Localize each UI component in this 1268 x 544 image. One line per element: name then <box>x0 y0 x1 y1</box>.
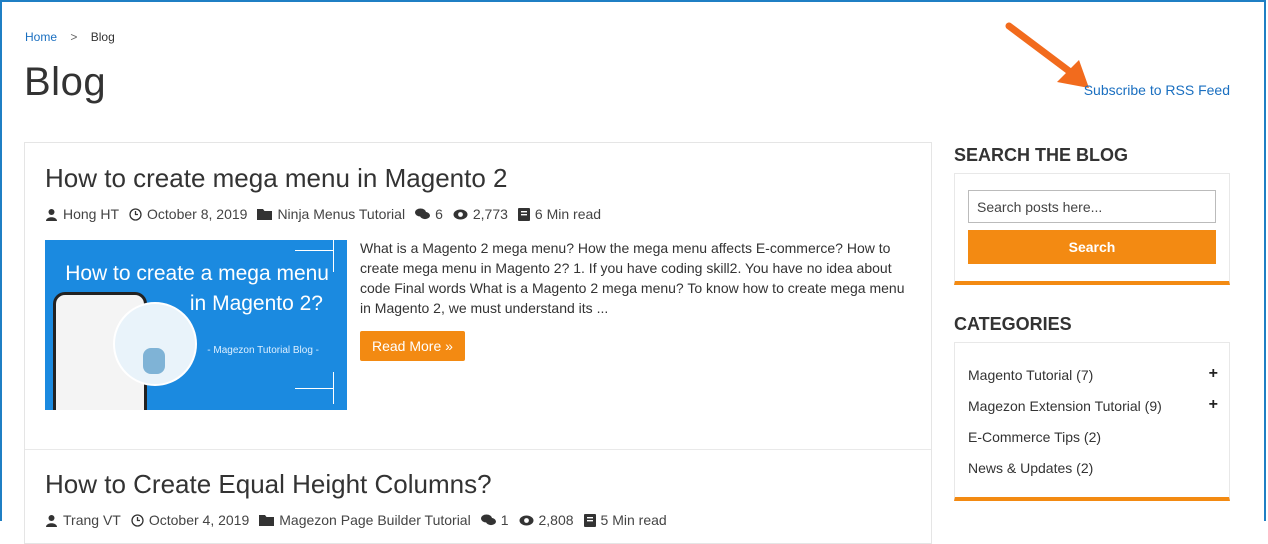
comments-icon <box>480 514 496 526</box>
meta-date: October 8, 2019 <box>129 206 247 222</box>
breadcrumb-current: Blog <box>90 30 115 44</box>
category-item[interactable]: Magezon Extension Tutorial (9) + <box>968 397 1218 415</box>
comment-count: 1 <box>500 512 509 528</box>
comment-count: 6 <box>435 206 443 222</box>
user-icon <box>46 208 57 221</box>
folder-icon <box>257 209 273 220</box>
thumb-decor-line <box>333 240 334 272</box>
breadcrumb: Home > Blog <box>25 30 115 44</box>
clock-icon <box>129 207 142 221</box>
meta-views: 2,808 <box>519 512 574 528</box>
post-category: Ninja Menus Tutorial <box>277 206 406 222</box>
read-more-button[interactable]: Read More » <box>360 331 465 361</box>
category-link[interactable]: E-Commerce Tips (2) <box>968 429 1101 445</box>
post-list: How to create mega menu in Magento 2 Hon… <box>24 142 932 544</box>
meta-author[interactable]: Hong HT <box>45 206 119 222</box>
search-widget: Search <box>954 173 1230 285</box>
author-name: Hong HT <box>63 206 120 222</box>
categories-heading: CATEGORIES <box>954 314 1072 334</box>
category-link[interactable]: News & Updates (2) <box>968 460 1093 476</box>
view-count: 2,808 <box>538 512 574 528</box>
thumb-title-line2: in Magento 2? <box>189 292 323 315</box>
folder-icon <box>259 515 275 526</box>
post-title-link[interactable]: How to Create Equal Height Columns? <box>45 469 492 500</box>
post-thumbnail[interactable]: How to create a mega menu in Magento 2? … <box>45 240 347 410</box>
read-time: 5 Min read <box>600 512 667 528</box>
rss-feed-link[interactable]: Subscribe to RSS Feed <box>1084 82 1230 98</box>
clock-icon <box>131 513 144 527</box>
category-item[interactable]: News & Updates (2) <box>968 460 1218 476</box>
meta-views: 2,773 <box>453 206 508 222</box>
category-link[interactable]: Magento Tutorial (7) <box>968 367 1093 383</box>
meta-read-time: 5 Min read <box>583 512 667 528</box>
post-excerpt: What is a Magento 2 mega menu? How the m… <box>360 240 905 316</box>
thumb-title-line1: How to create a mega menu <box>65 262 329 285</box>
post-meta: Hong HT October 8, 2019 Ninja Menus Tuto… <box>45 206 611 222</box>
search-heading: SEARCH THE BLOG <box>954 145 1129 165</box>
category-item[interactable]: E-Commerce Tips (2) <box>968 429 1218 445</box>
author-name: Trang VT <box>63 512 121 528</box>
meta-category[interactable]: Magezon Page Builder Tutorial <box>259 512 471 528</box>
post-title-link[interactable]: How to create mega menu in Magento 2 <box>45 163 507 194</box>
categories-widget: Magento Tutorial (7) + Magezon Extension… <box>954 342 1230 501</box>
post-category: Magezon Page Builder Tutorial <box>279 512 471 528</box>
read-time: 6 Min read <box>534 206 602 222</box>
search-input[interactable] <box>968 190 1216 223</box>
meta-comments[interactable]: 1 <box>480 512 509 528</box>
book-icon <box>583 513 596 527</box>
category-link[interactable]: Magezon Extension Tutorial (9) <box>968 398 1162 414</box>
arrow-annotation-icon <box>1005 22 1089 88</box>
eye-icon <box>453 209 468 219</box>
search-button[interactable]: Search <box>968 230 1216 264</box>
post-date: October 4, 2019 <box>148 512 250 528</box>
expand-plus-icon[interactable]: + <box>1209 397 1218 414</box>
meta-read-time: 6 Min read <box>517 206 602 222</box>
book-icon <box>517 207 530 221</box>
eye-icon <box>519 515 533 525</box>
meta-date: October 4, 2019 <box>131 512 249 528</box>
meta-comments[interactable]: 6 <box>415 206 443 222</box>
thumb-decor-line <box>295 250 333 251</box>
comments-icon <box>415 208 431 220</box>
view-count: 2,773 <box>472 206 508 222</box>
user-icon <box>46 514 57 527</box>
expand-plus-icon[interactable]: + <box>1209 366 1218 383</box>
child-illustration <box>143 348 165 374</box>
page-title: Blog <box>24 60 107 104</box>
thumb-decor-line <box>295 388 333 389</box>
meta-category[interactable]: Ninja Menus Tutorial <box>257 206 405 222</box>
category-item[interactable]: Magento Tutorial (7) + <box>968 366 1218 384</box>
breadcrumb-home-link[interactable]: Home <box>25 30 57 44</box>
meta-author[interactable]: Trang VT <box>45 512 121 528</box>
thumb-decor-line <box>333 372 334 404</box>
breadcrumb-separator: > <box>70 30 78 44</box>
thumb-caption: - Magezon Tutorial Blog - <box>207 345 319 356</box>
post-divider <box>25 449 931 450</box>
post-meta: Trang VT October 4, 2019 Magezon Page Bu… <box>45 512 677 528</box>
post-date: October 8, 2019 <box>147 206 248 222</box>
